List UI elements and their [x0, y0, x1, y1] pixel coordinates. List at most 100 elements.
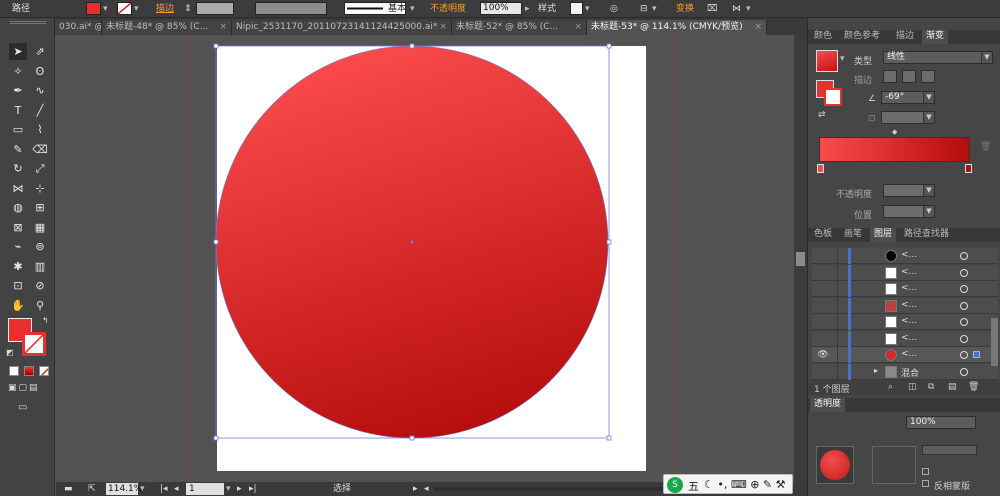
target-circle-icon[interactable]	[960, 268, 968, 277]
gradient-stop-start[interactable]	[817, 164, 824, 173]
graphic-style-swatch[interactable]	[570, 2, 583, 15]
punctuation-icon[interactable]: ☾ •, ⌨ ⊕ ✎ ⚒	[704, 478, 786, 491]
document-icon[interactable]: ▬	[64, 483, 73, 495]
layer-row[interactable]: <...	[812, 264, 998, 281]
lock-column[interactable]	[837, 264, 838, 281]
variable-width-profile[interactable]	[255, 2, 327, 15]
stroke-gradient-option[interactable]	[921, 70, 935, 83]
last-artboard-icon[interactable]: ▸|	[249, 483, 257, 495]
layer-row[interactable]: <...	[812, 314, 998, 330]
selection-tool-icon[interactable]: ➤	[9, 43, 27, 60]
chevron-down-icon[interactable]: ▾	[140, 483, 145, 495]
target-circle-icon[interactable]	[960, 252, 968, 260]
object-thumbnail[interactable]	[816, 446, 854, 484]
chevron-down-icon[interactable]: ▾	[410, 2, 415, 16]
scroll-left-icon[interactable]: ◂	[424, 483, 429, 495]
stroke-color-swatch[interactable]	[22, 332, 46, 356]
stroke-gradient-option[interactable]	[902, 70, 916, 83]
symbol-sprayer-tool-icon[interactable]: ✱	[9, 258, 27, 275]
visibility-eye-icon[interactable]	[817, 283, 829, 295]
tab-brushes[interactable]: 画笔	[840, 228, 866, 242]
status-menu-icon[interactable]: ▸	[413, 483, 418, 495]
layer-row[interactable]: 👁 <...	[812, 347, 998, 363]
gradient-slider[interactable]	[819, 137, 970, 162]
delete-stop-icon[interactable]: 🗑	[980, 142, 991, 152]
target-circle-icon[interactable]	[960, 351, 968, 359]
sogou-logo-icon[interactable]: S	[667, 477, 683, 493]
lock-column[interactable]	[837, 363, 838, 380]
chevron-down-icon[interactable]: ▾	[840, 54, 845, 64]
new-sublayer-icon[interactable]: ⧉	[928, 382, 934, 392]
tab-stroke[interactable]: 描边	[892, 30, 918, 44]
stroke-weight-stepper[interactable]: ⇕	[184, 2, 192, 16]
visibility-eye-icon[interactable]	[817, 267, 829, 279]
tab-document-53[interactable]: 未标题-53* @ 114.1% (CMYK/预览) ×	[587, 20, 767, 35]
tab-pathfinder[interactable]: 路径查找器	[900, 228, 953, 242]
tab-document-48[interactable]: 未标题-48* @ 85% (C... ×	[102, 20, 232, 35]
swap-colors-icon[interactable]: ↰	[42, 316, 49, 325]
recolor-artwork-icon[interactable]: ◎	[610, 2, 618, 16]
tab-layers[interactable]: 图层	[870, 228, 897, 242]
hand-tool-icon[interactable]: ✋	[9, 297, 27, 314]
target-circle-icon[interactable]	[960, 301, 968, 310]
layer-row[interactable]: <...	[812, 281, 998, 297]
make-clipping-mask-icon[interactable]: ◫	[908, 382, 917, 392]
chevron-down-icon[interactable]: ▾	[134, 2, 139, 16]
drawing-modes-icon[interactable]: ▣▢▤	[8, 383, 50, 395]
layer-row[interactable]: ▸ 混合	[812, 363, 998, 380]
tab-document-030[interactable]: 030.ai* @ ...	[55, 20, 102, 35]
gradient-type-select[interactable]: 线性 ▼	[883, 51, 993, 64]
artboard-tool-icon[interactable]: ⊡	[9, 277, 27, 294]
layer-row[interactable]: <...	[812, 248, 998, 264]
invert-mask-checkbox[interactable]	[922, 480, 929, 487]
stroke-indicator[interactable]	[824, 88, 842, 106]
visibility-eye-icon[interactable]	[817, 300, 829, 312]
slice-tool-icon[interactable]: ⊘	[31, 277, 49, 294]
artboard-field[interactable]: 1	[186, 483, 224, 495]
layer-name[interactable]: <...	[901, 267, 917, 277]
close-icon[interactable]: ×	[219, 20, 227, 34]
blend-tool-icon[interactable]: ⊚	[31, 238, 49, 255]
pencil-tool-icon[interactable]: ✎	[9, 141, 27, 158]
default-colors-icon[interactable]: ◩	[6, 348, 14, 357]
layer-row[interactable]: <...	[812, 330, 998, 347]
visibility-eye-icon[interactable]	[817, 250, 829, 262]
export-icon[interactable]: ⇱	[88, 483, 96, 495]
magic-wand-tool-icon[interactable]: ✧	[9, 63, 27, 80]
type-tool-icon[interactable]: T	[9, 102, 27, 119]
pen-tool-icon[interactable]: ✒	[9, 82, 27, 99]
line-segment-tool-icon[interactable]: ╱	[31, 102, 49, 119]
target-circle-icon[interactable]	[960, 318, 968, 326]
panel-grip[interactable]	[10, 21, 46, 24]
ime-mode-label[interactable]: 五	[688, 478, 699, 494]
lock-column[interactable]	[837, 330, 838, 347]
chevron-down-icon[interactable]: ▾	[226, 483, 231, 495]
visibility-eye-icon[interactable]	[817, 333, 829, 345]
stop-opacity-field[interactable]: ▼	[883, 184, 935, 197]
layer-name[interactable]: <...	[901, 283, 917, 293]
layer-name[interactable]: <...	[901, 300, 917, 310]
scrollbar-thumb[interactable]	[796, 252, 805, 266]
stroke-weight-field[interactable]	[196, 2, 234, 15]
target-circle-icon[interactable]	[960, 285, 968, 293]
lock-column[interactable]	[837, 297, 838, 314]
reverse-gradient-icon[interactable]: ⇄	[818, 110, 826, 120]
layer-name[interactable]: 混合	[901, 366, 919, 379]
transparency-opacity-field[interactable]: 100%	[906, 416, 976, 429]
zoom-field[interactable]: 114.1%	[106, 483, 142, 495]
gradient-stop-end[interactable]	[965, 164, 972, 173]
expand-triangle-icon[interactable]: ▸	[874, 366, 878, 375]
layer-name[interactable]: <...	[901, 250, 917, 260]
tab-gradient[interactable]: 渐变	[922, 30, 949, 44]
screen-mode-icon[interactable]: ▭	[18, 402, 38, 414]
close-icon[interactable]: ×	[754, 20, 762, 34]
visibility-eye-icon[interactable]	[817, 366, 829, 378]
lock-column[interactable]	[837, 347, 838, 363]
lasso-tool-icon[interactable]: ʘ	[31, 63, 49, 80]
layer-name[interactable]: <...	[901, 333, 917, 343]
tab-color[interactable]: 颜色	[810, 30, 836, 44]
layers-scrollbar-thumb[interactable]	[991, 318, 998, 366]
lock-column[interactable]	[837, 281, 838, 297]
tab-document-52[interactable]: 未标题-52* @ 85% (C... ×	[452, 20, 587, 35]
chevron-right-icon[interactable]: ▸	[525, 2, 530, 16]
